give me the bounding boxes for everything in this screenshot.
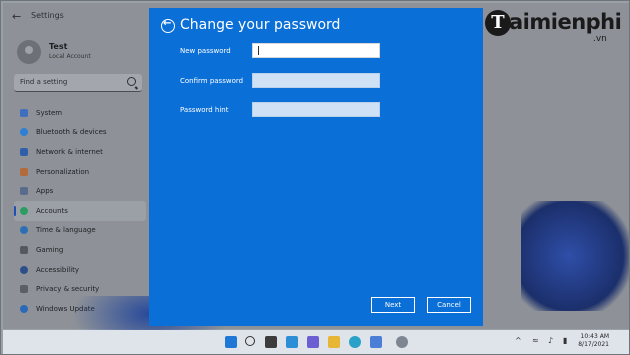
sidebar-item-accounts[interactable]: Accounts [14,200,146,221]
chat-icon[interactable] [307,336,319,348]
sidebar-item-bluetooth[interactable]: Bluetooth & devices [14,123,146,143]
sidebar-item-label: Time & language [36,226,96,235]
wallpaper-bloom [521,201,629,311]
sidebar-item-label: Accounts [36,206,68,215]
new-password-label: New password [180,47,231,55]
back-arrow-icon[interactable]: ← [12,10,21,23]
search-icon[interactable] [245,336,255,346]
sidebar-item-network[interactable]: Network & internet [14,142,146,162]
sidebar-item-label: Privacy & security [36,285,100,294]
sidebar-item-time-language[interactable]: Time & language [14,221,146,241]
sidebar-item-label: Apps [36,187,54,196]
brush-icon [20,167,28,176]
sidebar-item-label: System [36,108,63,117]
wifi-icon[interactable]: ≈ [532,336,539,345]
bluetooth-icon [20,128,28,137]
update-icon [20,304,28,313]
sidebar-item-label: Accessibility [36,265,80,274]
volume-icon[interactable]: ♪ [548,336,553,345]
sidebar-item-gaming[interactable]: Gaming [14,240,146,260]
sidebar-item-label: Network & internet [36,147,103,156]
screen-frame: ← Settings Test Local Account Find a set… [0,0,630,355]
sidebar-item-accessibility[interactable]: Accessibility [14,260,146,280]
user-name: Test [49,42,68,51]
accessibility-icon [20,265,28,274]
text-cursor [258,46,259,55]
sidebar-item-label: Gaming [36,245,64,254]
task-view-icon[interactable] [265,336,277,348]
tray-chevron-icon[interactable]: ^ [515,336,522,345]
change-password-dialog: ← Change your password New password Conf… [149,8,483,326]
store-icon[interactable] [370,336,382,348]
edge-icon[interactable] [349,336,361,348]
clock[interactable]: 10:43 AM 8/17/2021 [578,333,609,349]
cancel-button[interactable]: Cancel [427,297,471,313]
settings-gear-icon[interactable] [396,336,408,348]
back-arrow-icon: ← [163,18,172,29]
sidebar-item-label: Personalization [36,167,90,176]
app-title: Settings [31,11,64,20]
confirm-password-field[interactable] [252,73,380,88]
system-icon [20,108,28,117]
search-placeholder: Find a setting [20,78,68,86]
back-button[interactable]: ← [161,18,175,33]
password-hint-field[interactable] [252,102,380,117]
shield-icon [20,285,28,294]
sidebar-nav: System Bluetooth & devices Network & int… [14,103,146,319]
file-explorer-icon[interactable] [328,336,340,348]
avatar [17,40,41,64]
globe-icon [20,226,28,235]
confirm-password-label: Confirm password [180,77,244,85]
search-input[interactable]: Find a setting [14,74,142,92]
gamepad-icon [20,245,28,254]
sidebar-item-system[interactable]: System [14,103,146,123]
start-icon[interactable] [225,336,237,348]
widgets-icon[interactable] [286,336,298,348]
battery-icon[interactable]: ▮ [563,336,567,345]
watermark-text: aimienphi [509,10,622,34]
watermark-logo: T [485,10,511,36]
apps-icon [20,187,28,196]
taskbar: ^ ≈ ♪ ▮ 10:43 AM 8/17/2021 [3,330,629,354]
clock-time: 10:43 AM [580,333,609,340]
accounts-icon [20,206,28,215]
sidebar-item-label: Bluetooth & devices [36,128,107,137]
password-hint-label: Password hint [180,106,229,114]
clock-date: 8/17/2021 [578,341,609,348]
account-type: Local Account [49,53,91,60]
sidebar-item-apps[interactable]: Apps [14,181,146,201]
next-button[interactable]: Next [371,297,415,313]
watermark-suffix: .vn [593,34,607,44]
network-icon [20,147,28,156]
dialog-title: Change your password [180,17,341,33]
new-password-field[interactable] [252,43,380,58]
search-icon [127,77,136,86]
sidebar-item-personalization[interactable]: Personalization [14,162,146,182]
